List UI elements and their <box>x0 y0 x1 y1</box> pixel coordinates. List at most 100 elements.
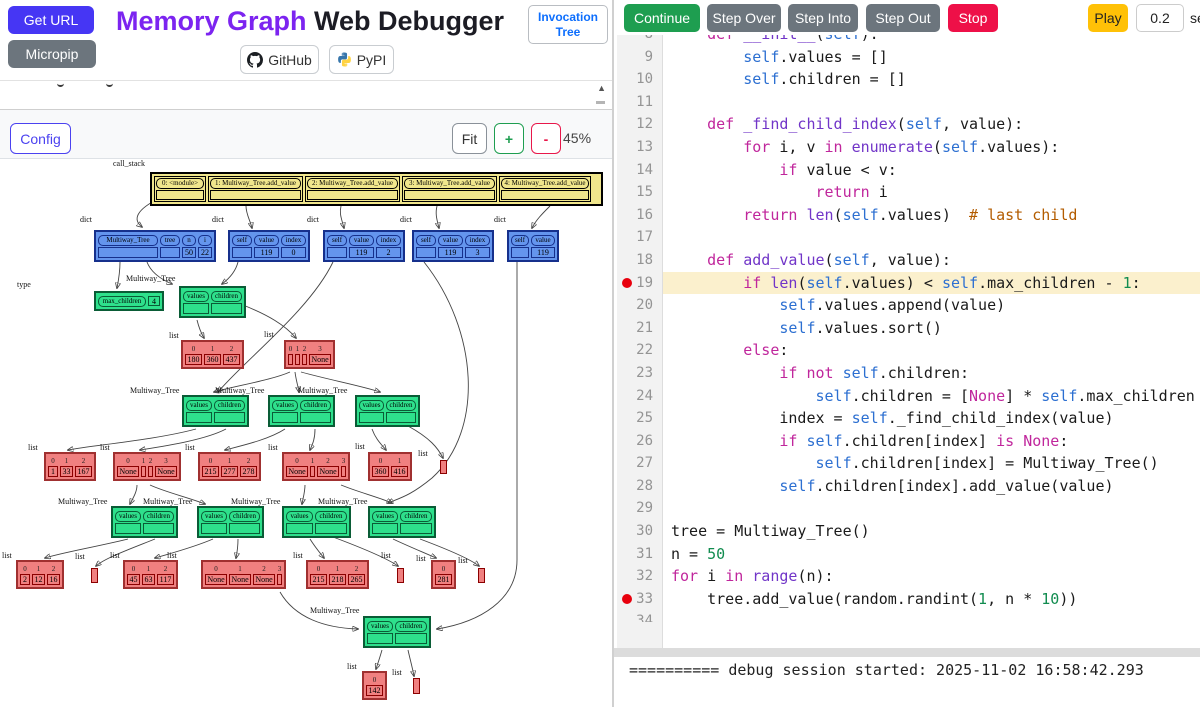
code-line[interactable]: 14 if value < v: <box>617 159 1200 182</box>
zoom-out-button[interactable]: - <box>531 123 561 154</box>
line-number[interactable]: 15 <box>617 181 663 204</box>
list-node-empty[interactable] <box>91 568 98 583</box>
micropip-button[interactable]: Micropip <box>8 40 96 68</box>
stack-frame[interactable]: 2: Multiway_Tree.add_value <box>305 176 400 202</box>
line-number[interactable]: 29 <box>617 497 663 520</box>
line-number[interactable]: 28 <box>617 475 663 498</box>
line-number[interactable]: 21 <box>617 317 663 340</box>
panel-divider[interactable] <box>614 648 1200 657</box>
code-line[interactable]: 17 <box>617 226 1200 249</box>
code-line[interactable]: 12 def _find_child_index(self, value): <box>617 113 1200 136</box>
list-node[interactable]: 0142 <box>362 671 387 700</box>
code-editor[interactable]: 8 def __init__(self):9 self.values = []1… <box>617 35 1200 648</box>
line-number[interactable]: 11 <box>617 91 663 114</box>
code-line[interactable]: 33 tree.add_value(random.randint(1, n * … <box>617 588 1200 611</box>
play-button[interactable]: Play <box>1088 4 1128 32</box>
line-number[interactable]: 18 <box>617 249 663 272</box>
class-node[interactable]: valueschildren <box>111 506 178 538</box>
code-line[interactable]: 27 self.children[index] = Multiway_Tree(… <box>617 452 1200 475</box>
list-node-empty[interactable] <box>413 678 420 694</box>
line-number[interactable]: 32 <box>617 565 663 588</box>
scroll-up-arrow-icon[interactable]: ▲ <box>597 83 606 93</box>
code-line[interactable]: 34 <box>617 610 1200 633</box>
class-node[interactable]: valueschildren <box>355 395 420 427</box>
step-into-button[interactable]: Step Into <box>788 4 858 32</box>
zoom-in-button[interactable]: + <box>494 123 524 154</box>
code-line[interactable]: 20 self.values.append(value) <box>617 294 1200 317</box>
list-node-empty[interactable] <box>397 568 404 583</box>
line-number[interactable]: 20 <box>617 294 663 317</box>
line-number[interactable]: 17 <box>617 226 663 249</box>
list-node[interactable]: 012215277278 <box>198 452 261 481</box>
line-number[interactable]: 16 <box>617 204 663 227</box>
code-line[interactable]: 16 return len(self.values) # last child <box>617 204 1200 227</box>
pypi-link-button[interactable]: PyPI <box>329 45 394 74</box>
list-node-empty[interactable] <box>478 568 485 583</box>
get-url-button[interactable]: Get URL <box>8 6 94 34</box>
class-node[interactable]: valueschildren <box>368 506 436 538</box>
step-out-button[interactable]: Step Out <box>866 4 940 32</box>
line-number[interactable]: 12 <box>617 113 663 136</box>
line-number[interactable]: 10 <box>617 68 663 91</box>
list-node-empty[interactable] <box>440 460 447 474</box>
line-number[interactable]: 25 <box>617 407 663 430</box>
line-number[interactable]: 23 <box>617 362 663 385</box>
line-number[interactable]: 31 <box>617 543 663 566</box>
list-node[interactable]: 012215218265 <box>306 560 369 589</box>
dict-node[interactable]: selfvalueindex1190 <box>228 230 310 262</box>
breakpoint-dot[interactable] <box>622 278 632 288</box>
list-node[interactable]: 01221216 <box>16 560 64 589</box>
code-line[interactable]: 10 self.children = [] <box>617 68 1200 91</box>
code-line[interactable]: 31n = 50 <box>617 543 1200 566</box>
code-line[interactable]: 22 else: <box>617 339 1200 362</box>
code-line[interactable]: 26 if self.children[index] is None: <box>617 430 1200 453</box>
github-link-button[interactable]: GitHub <box>240 45 319 74</box>
scrollbar-thumb[interactable] <box>596 101 605 104</box>
class-node[interactable]: valueschildren <box>182 395 249 427</box>
code-line[interactable]: 30tree = Multiway_Tree() <box>617 520 1200 543</box>
code-line[interactable]: 32for i in range(n): <box>617 565 1200 588</box>
list-node[interactable]: 0281 <box>431 560 456 589</box>
line-number[interactable]: 9 <box>617 46 663 69</box>
list-node[interactable]: 0123NoneNone <box>113 452 181 481</box>
dict-node[interactable]: Multiway_Treetreeni5022 <box>94 230 216 262</box>
code-line[interactable]: 15 return i <box>617 181 1200 204</box>
code-line[interactable]: 21 self.values.sort() <box>617 317 1200 340</box>
dict-node[interactable]: selfvalueindex1192 <box>323 230 405 262</box>
list-node[interactable]: 01360416 <box>368 452 412 481</box>
type-node[interactable]: max_children4 <box>94 291 164 311</box>
stack-frame[interactable]: 1: Multiway_Tree.add_value <box>208 176 303 202</box>
invocation-tree-button[interactable]: Invocation Tree <box>528 5 608 44</box>
list-node[interactable]: 0123NoneNoneNone <box>201 560 286 589</box>
stack-frame[interactable]: 4: Multiway_Tree.add_value <box>499 176 591 202</box>
line-number[interactable]: 24 <box>617 385 663 408</box>
class-node[interactable]: valueschildren <box>197 506 264 538</box>
config-button[interactable]: Config <box>10 123 71 154</box>
breakpoint-dot[interactable] <box>622 594 632 604</box>
delay-seconds-input[interactable] <box>1136 4 1184 32</box>
code-line[interactable]: 19 if len(self.values) < self.max_childr… <box>617 272 1200 295</box>
stack-frame[interactable]: 0: <module> <box>154 176 206 202</box>
line-number[interactable]: 30 <box>617 520 663 543</box>
class-node[interactable]: valueschildren <box>179 286 246 318</box>
dict-node[interactable]: selfvalueindex1193 <box>412 230 494 262</box>
code-line[interactable]: 13 for i, v in enumerate(self.values): <box>617 136 1200 159</box>
continue-button[interactable]: Continue <box>624 4 700 32</box>
list-node[interactable]: 0123None <box>284 340 335 369</box>
line-number[interactable]: 8 <box>617 35 663 46</box>
dict-node[interactable]: selfvalue119 <box>507 230 559 262</box>
list-node[interactable]: 012133167 <box>44 452 96 481</box>
code-line[interactable]: 29 <box>617 497 1200 520</box>
line-number[interactable]: 26 <box>617 430 663 453</box>
call-stack-node[interactable]: 0: <module>1: Multiway_Tree.add_value2: … <box>150 172 603 206</box>
list-node[interactable]: 0123NoneNone <box>282 452 350 481</box>
code-line[interactable]: 18 def add_value(self, value): <box>617 249 1200 272</box>
class-node[interactable]: valueschildren <box>363 616 431 648</box>
stack-frame[interactable]: 3: Multiway_Tree.add_value <box>402 176 497 202</box>
line-number[interactable]: 13 <box>617 136 663 159</box>
class-node[interactable]: valueschildren <box>268 395 335 427</box>
line-number[interactable]: 33 <box>617 588 663 611</box>
fit-button[interactable]: Fit <box>452 123 487 154</box>
code-line[interactable]: 8 def __init__(self): <box>617 35 1200 46</box>
list-node[interactable]: 012180360437 <box>181 340 244 369</box>
